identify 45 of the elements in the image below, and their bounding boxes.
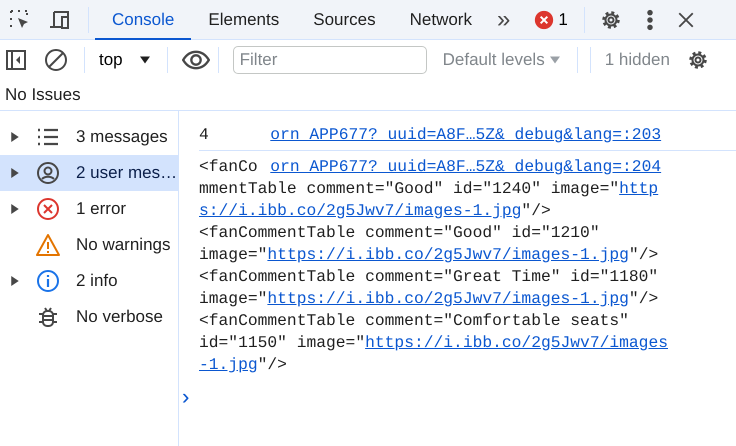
sidebar-toggle-icon[interactable] — [4, 48, 28, 72]
panel-tab[interactable]: Console — [95, 0, 192, 40]
bug-icon — [36, 305, 60, 329]
close-icon[interactable] — [676, 10, 695, 28]
sidebar-item[interactable]: 2 user mes… — [0, 155, 178, 191]
expand-arrow-icon[interactable] — [10, 203, 20, 215]
sidebar-item[interactable]: 2 info — [0, 263, 178, 299]
panel-tab[interactable]: Sources — [296, 0, 393, 40]
url-link[interactable]: https://i.ibb.co/2g5Jwv7/images-1.jpg — [267, 289, 629, 308]
issues-status: No Issues — [5, 84, 81, 106]
expand-arrow-icon[interactable] — [10, 131, 20, 143]
more-options-icon[interactable] — [646, 8, 653, 30]
sidebar-item[interactable]: 1 error — [0, 191, 178, 227]
source-link[interactable]: orn_APP677?_uuid=A8F…5Z&_debug&lang=:203 — [270, 124, 662, 146]
sidebar-item[interactable]: No warnings — [0, 227, 178, 263]
console-message: mmentTable comment="Good" id="1240" image="http s://i.ibb.co/2g5Jwv7/images-1.jpg"/> <fanCommentTable comment="Good" id="1210" image="https://i.ibb.co/2g5Jwv7/images-1.jpg"/> <fanCommentTable comment="Great Time" id="1180" image="https://i.ibb.co/2g5Jwv7/images-1.jpg"/> <fanCommentTable comment="Comfortable seats" id="1150" image="https://i.ibb.co/2g5Jwv7/images -1.jpg"/> — [199, 178, 669, 376]
sidebar-item[interactable]: 3 messages — [0, 119, 178, 155]
url-link[interactable]: s://i.ibb.co/2g5Jwv7/images-1.jpg — [199, 201, 522, 220]
context-dropdown[interactable]: top — [99, 47, 151, 73]
expand-arrow-icon[interactable] — [10, 167, 20, 179]
error-icon — [534, 10, 554, 30]
console-prompt[interactable]: › — [179, 388, 736, 410]
error-icon — [36, 197, 60, 221]
source-link[interactable]: orn_APP677?_uuid=A8F…5Z&_debug&lang=:204 — [270, 156, 662, 178]
url-link[interactable]: http — [619, 179, 658, 198]
expand-arrow-icon[interactable] — [10, 275, 20, 287]
clear-console-icon[interactable] — [44, 48, 68, 72]
console-value: 4 — [199, 124, 209, 146]
user-icon — [36, 161, 60, 185]
error-count-button[interactable]: 1 — [534, 6, 568, 32]
sidebar-item[interactable]: No verbose — [0, 299, 178, 335]
more-tabs-button[interactable]: » — [488, 0, 518, 40]
url-link[interactable]: https://i.ibb.co/2g5Jwv7/images-1.jpg — [267, 245, 629, 264]
console-message: <fanCo — [199, 156, 258, 178]
info-icon — [36, 269, 60, 293]
url-link[interactable]: https://i.ibb.co/2g5Jwv7/images — [365, 333, 668, 352]
caret-icon — [138, 54, 151, 66]
filter-field[interactable]: Filter — [232, 46, 427, 74]
url-link[interactable]: -1.jpg — [199, 355, 258, 374]
hidden-count: 1 hidden — [604, 49, 670, 72]
log-levels-dropdown[interactable]: Default levels — [442, 47, 561, 73]
panel-tab[interactable]: Elements — [191, 0, 296, 40]
caret-icon — [548, 54, 561, 66]
panel-tab[interactable]: Network — [392, 0, 489, 40]
warning-icon — [36, 233, 60, 257]
